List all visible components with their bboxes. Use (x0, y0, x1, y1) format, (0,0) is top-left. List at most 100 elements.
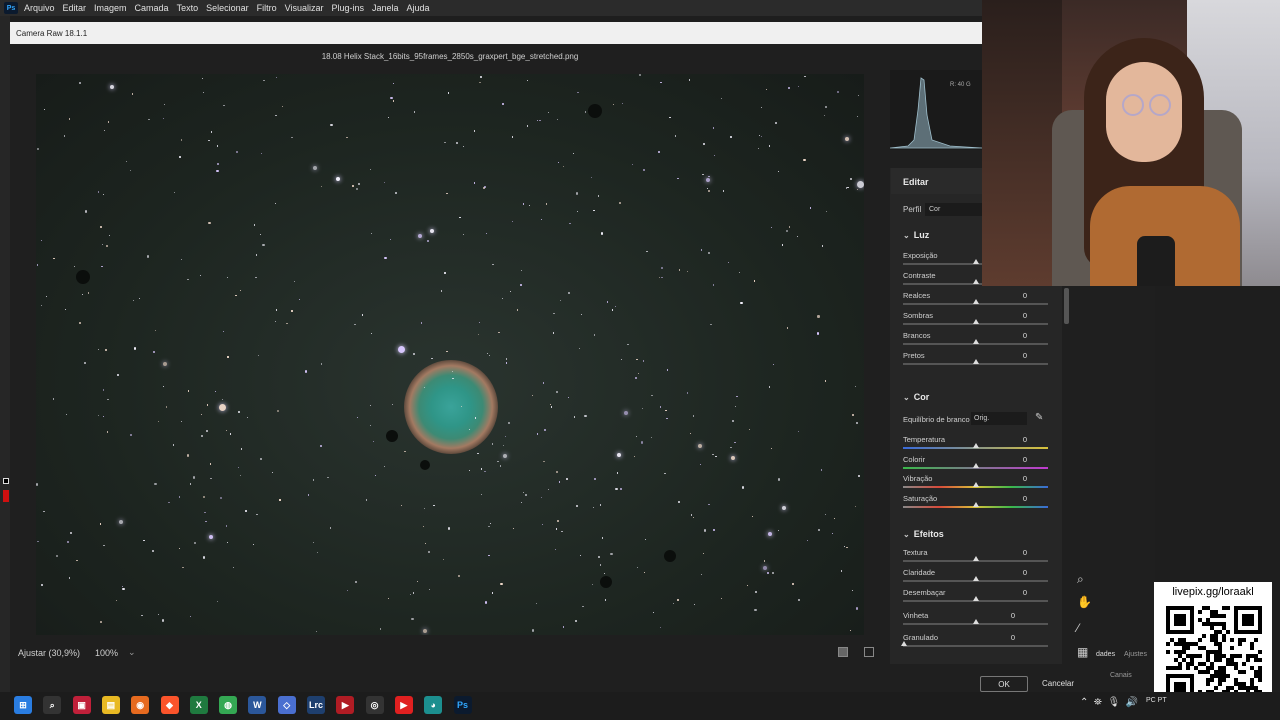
cancel-button[interactable]: Cancelar (1036, 676, 1080, 692)
ok-button[interactable]: OK (980, 676, 1028, 692)
menu-plugins[interactable]: Plug-ins (331, 3, 364, 13)
taskbar-Lrc-icon[interactable]: Lrc (307, 696, 325, 714)
slider-value-efeitos[interactable]: 0 (1008, 611, 1018, 620)
slider-value-cor[interactable]: 0 (1020, 494, 1030, 503)
single-view-icon[interactable] (838, 647, 848, 657)
section-cor[interactable]: ⌄ Cor (903, 392, 929, 402)
star (200, 413, 203, 415)
slider-value-luz[interactable]: 0 (1020, 311, 1030, 320)
section-efeitos[interactable]: ⌄ Efeitos (903, 529, 944, 539)
image-canvas[interactable] (36, 74, 864, 635)
menu-filtro[interactable]: Filtro (257, 3, 277, 13)
dark-spot (664, 550, 676, 562)
taskbar-windows-start-icon[interactable]: ⊞ (14, 696, 32, 714)
star (189, 483, 192, 485)
slider-thumb-efeitos[interactable] (973, 576, 979, 581)
slider-value-luz[interactable]: 0 (1020, 351, 1030, 360)
eyedropper-icon[interactable]: ✎ (1035, 412, 1043, 423)
menu-imagem[interactable]: Imagem (94, 3, 127, 13)
slider-label-cor: Vibração (903, 474, 933, 484)
taskbar-firefox-icon[interactable]: ◉ (131, 696, 150, 714)
star (771, 448, 773, 450)
menu-texto[interactable]: Texto (177, 3, 199, 13)
zoom-tool-icon[interactable]: ⌕ (1077, 572, 1084, 587)
slider-thumb-luz[interactable] (973, 299, 979, 304)
slider-thumb-cor[interactable] (973, 443, 979, 448)
taskbar-youtube-icon[interactable]: ▶ (394, 696, 413, 714)
foreground-color-swatch[interactable] (3, 478, 9, 484)
star (202, 496, 206, 499)
compare-view-icon[interactable] (864, 647, 874, 657)
hand-tool-icon[interactable]: ✋ (1077, 595, 1092, 609)
perfil-select[interactable]: Cor (925, 203, 982, 216)
star (509, 291, 512, 293)
tab-channels[interactable]: Canais (1110, 672, 1132, 679)
taskbar-media-icon[interactable]: ▣ (72, 696, 91, 714)
slider-value-luz[interactable]: 0 (1020, 291, 1030, 300)
menu-selecionar[interactable]: Selecionar (206, 3, 249, 13)
slider-track-efeitos[interactable] (903, 645, 1048, 647)
menu-editar[interactable]: Editar (63, 3, 87, 13)
taskbar-Ps-icon[interactable]: Ps (453, 696, 472, 714)
slider-thumb-luz[interactable] (973, 279, 979, 284)
star (41, 584, 44, 587)
slider-thumb-luz[interactable] (973, 259, 979, 264)
slider-thumb-luz[interactable] (973, 359, 979, 364)
edit-tab[interactable]: Editar (891, 168, 982, 194)
slider-thumb-luz[interactable] (973, 339, 979, 344)
star (820, 469, 822, 471)
taskbar-astro-icon[interactable]: ◕ (424, 696, 443, 714)
star (259, 233, 261, 236)
menu-janela[interactable]: Janela (372, 3, 399, 13)
slider-value-efeitos[interactable]: 0 (1020, 568, 1030, 577)
background-color-swatch[interactable] (3, 490, 9, 502)
taskbar-chrome-icon[interactable]: ◍ (219, 696, 238, 714)
menu-camada[interactable]: Camada (135, 3, 169, 13)
slider-thumb-cor[interactable] (973, 502, 979, 508)
chevron-down-icon[interactable]: ⌄ (128, 647, 136, 658)
slider-thumb-efeitos[interactable] (901, 641, 907, 646)
taskbar-word-icon[interactable]: W (248, 696, 267, 714)
grid-icon[interactable]: ▦ (1077, 645, 1088, 659)
taskbar-video-editor-icon[interactable]: ▶ (336, 696, 355, 714)
zoom-percent[interactable]: 100% (95, 648, 118, 658)
star (478, 321, 480, 323)
star (770, 227, 773, 229)
slider-thumb-cor[interactable] (973, 462, 979, 468)
tab-adjustments[interactable]: Ajustes (1124, 651, 1147, 658)
star (673, 602, 675, 604)
taskbar-davinci-icon[interactable]: ◎ (365, 696, 384, 714)
menu-ajuda[interactable]: Ajuda (407, 3, 430, 13)
taskbar-explorer-icon[interactable]: ▤ (101, 696, 120, 714)
slider-value-cor[interactable]: 0 (1020, 474, 1030, 483)
taskbar-excel-icon[interactable]: X (189, 696, 208, 714)
taskbar-search-icon[interactable]: ⌕ (43, 696, 62, 714)
slider-value-efeitos[interactable]: 0 (1008, 633, 1018, 642)
taskbar-app-diamond-icon[interactable]: ◇ (277, 696, 296, 714)
slider-value-cor[interactable]: 0 (1020, 435, 1030, 444)
star (824, 380, 827, 382)
slider-thumb-efeitos[interactable] (973, 619, 979, 624)
slider-value-luz[interactable]: 0 (1020, 331, 1030, 340)
menu-arquivo[interactable]: Arquivo (24, 3, 55, 13)
star (771, 571, 775, 575)
slider-value-efeitos[interactable]: 0 (1020, 548, 1030, 557)
section-luz[interactable]: ⌄ Luz (903, 230, 929, 240)
slider-thumb-luz[interactable] (973, 319, 979, 324)
star (117, 373, 120, 377)
star (591, 176, 593, 178)
panel-scrollbar[interactable] (1064, 288, 1069, 324)
star (429, 228, 434, 233)
taskbar-brave-icon[interactable]: ◆ (160, 696, 179, 714)
slider-thumb-efeitos[interactable] (973, 556, 979, 561)
slider-value-cor[interactable]: 0 (1020, 455, 1030, 464)
sampler-tool-icon[interactable]: ⁄ (1077, 621, 1079, 635)
menu-visualizar[interactable]: Visualizar (285, 3, 324, 13)
zoom-fit-label[interactable]: Ajustar (30,9%) (18, 648, 80, 658)
slider-thumb-efeitos[interactable] (973, 596, 979, 601)
white-balance-select[interactable]: Orig. (971, 412, 1027, 425)
star (502, 103, 504, 105)
slider-value-efeitos[interactable]: 0 (1020, 588, 1030, 597)
slider-thumb-cor[interactable] (973, 482, 979, 488)
tab-properties[interactable]: dades (1096, 651, 1115, 658)
